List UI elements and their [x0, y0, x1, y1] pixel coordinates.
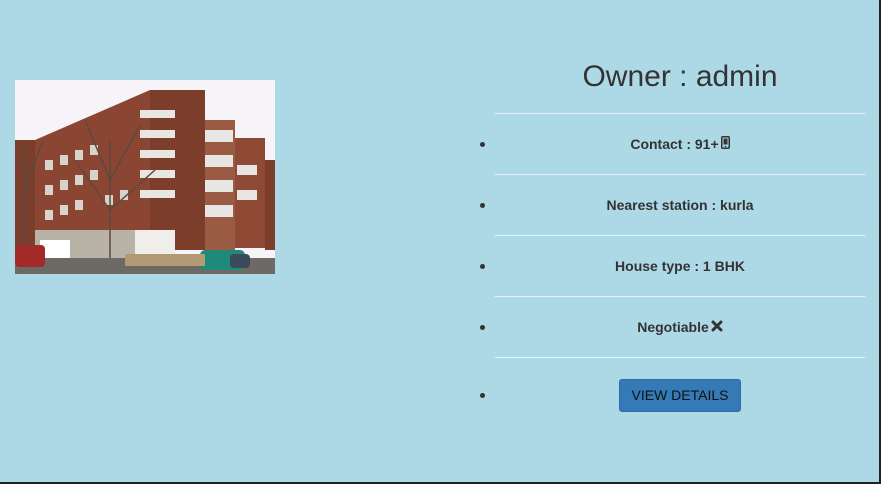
listing-info: Owner : admin Contact : 91+ Nearest stat… — [480, 56, 865, 432]
listing-card: Owner : admin Contact : 91+ Nearest stat… — [0, 0, 881, 484]
list-item-action: VIEW DETAILS — [480, 357, 865, 432]
cross-icon — [711, 319, 723, 335]
view-details-button[interactable]: VIEW DETAILS — [618, 378, 742, 412]
details-list: Contact : 91+ Nearest station : kurla Ho… — [480, 113, 865, 432]
bullet — [480, 325, 485, 330]
bullet — [480, 393, 485, 398]
list-item-negotiable: Negotiable — [480, 296, 865, 357]
bullet — [480, 264, 485, 269]
negotiable-text: Negotiable — [637, 319, 709, 335]
list-item-house-type: House type : 1 BHK — [480, 235, 865, 296]
owner-heading: Owner : admin — [582, 60, 778, 93]
station-text: Nearest station : kurla — [606, 197, 754, 213]
bullet — [480, 203, 485, 208]
list-item-station: Nearest station : kurla — [480, 174, 865, 235]
bullet — [480, 142, 485, 147]
mobile-phone-icon — [720, 136, 730, 152]
contact-text: Contact : 91+ — [630, 136, 719, 152]
list-item-contact: Contact : 91+ — [480, 113, 865, 174]
house-type-text: House type : 1 BHK — [615, 258, 745, 274]
property-photo — [15, 80, 275, 274]
